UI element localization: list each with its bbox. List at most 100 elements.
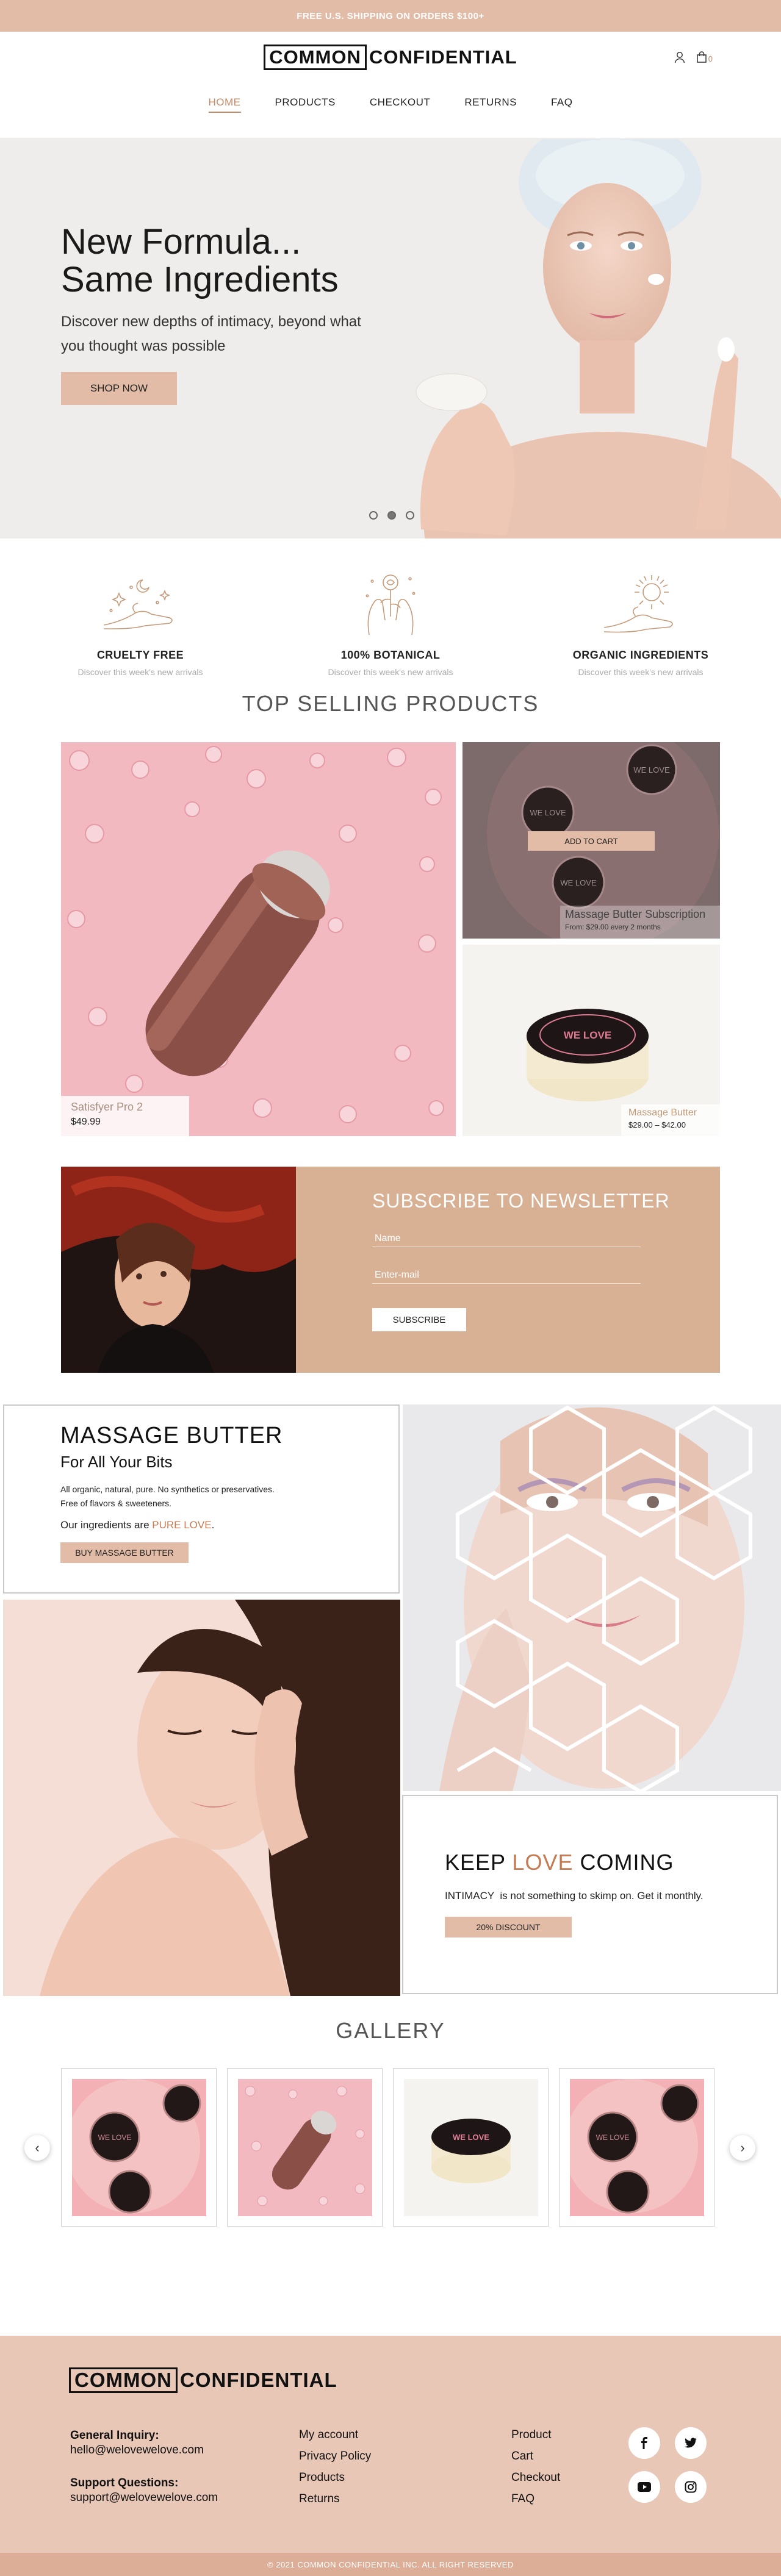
gallery-item[interactable]: WE LOVE bbox=[559, 2068, 714, 2227]
slide-dot-3[interactable] bbox=[406, 511, 414, 520]
feature-highlights: CRUELTY FREE Discover this week's new ar… bbox=[0, 538, 781, 691]
product-card-massage-butter[interactable]: WE LOVE Massage Butter $29.00 – $42.00 bbox=[462, 945, 720, 1136]
account-icon[interactable] bbox=[674, 51, 685, 66]
hexagon-face-image bbox=[403, 1404, 781, 1791]
ingredients-prefix: Our ingredients are bbox=[60, 1519, 149, 1531]
footer-link-cart[interactable]: Cart bbox=[511, 2445, 560, 2467]
gallery-item[interactable]: WE LOVE bbox=[61, 2068, 217, 2227]
bag-icon bbox=[696, 51, 707, 66]
feature-subtitle: Discover this week's new arrivals bbox=[328, 667, 453, 677]
model-portrait-image bbox=[3, 1600, 400, 1996]
gallery-title: GALLERY bbox=[336, 2018, 445, 2043]
subscribe-button[interactable]: SUBSCRIBE bbox=[372, 1308, 466, 1331]
gallery-image bbox=[238, 2079, 372, 2216]
shipping-announcement-bar: FREE U.S. SHIPPING ON ORDERS $100+ bbox=[0, 0, 781, 32]
gallery-image: WE LOVE bbox=[66, 2079, 206, 2216]
support-label: Support Questions: bbox=[70, 2477, 179, 2489]
jar-label-text: WE LOVE bbox=[98, 2133, 132, 2142]
gallery-item[interactable] bbox=[227, 2068, 383, 2227]
feature-organic: ORGANIC INGREDIENTS Discover this week's… bbox=[561, 569, 720, 691]
footer-link-returns[interactable]: Returns bbox=[299, 2488, 371, 2510]
feature-title: ORGANIC INGREDIENTS bbox=[572, 649, 709, 661]
product-name: Massage Butter bbox=[628, 1107, 697, 1118]
instagram-icon[interactable] bbox=[675, 2471, 707, 2503]
slide-dot-2[interactable] bbox=[387, 511, 396, 520]
gallery-item[interactable]: WE LOVE bbox=[393, 2068, 549, 2227]
site-logo[interactable]: COMMON CONFIDENTIAL bbox=[264, 45, 517, 70]
jar-label-text: WE LOVE bbox=[596, 2133, 630, 2142]
product-price: $49.99 bbox=[71, 1117, 101, 1127]
top-selling-products: Satisfyer Pro 2 $49.99 WE LOVE WE LOVE W… bbox=[61, 742, 720, 1136]
nav-home[interactable]: HOME bbox=[208, 96, 241, 113]
title-suffix: COMING bbox=[580, 1850, 674, 1875]
footer-link-product[interactable]: Product bbox=[511, 2424, 560, 2445]
slider-dots bbox=[369, 511, 414, 520]
jar-label-text: WE LOVE bbox=[633, 765, 670, 775]
massage-butter-promo: MASSAGE BUTTER For All Your Bits All org… bbox=[3, 1404, 400, 1594]
hero-title-line2: Same Ingredients bbox=[61, 260, 339, 299]
jar-label-text: WE LOVE bbox=[530, 808, 566, 817]
twitter-icon[interactable] bbox=[675, 2427, 707, 2459]
hero-model-image bbox=[416, 139, 781, 538]
product-price: From: $29.00 every 2 months bbox=[565, 923, 661, 931]
cart-button[interactable]: 0 bbox=[696, 51, 713, 66]
slide-dot-1[interactable] bbox=[369, 511, 378, 520]
love-accent: LOVE bbox=[512, 1850, 574, 1875]
youtube-icon[interactable] bbox=[628, 2471, 660, 2503]
cart-count: 0 bbox=[708, 54, 713, 63]
pure-love-accent: PURE LOVE bbox=[152, 1519, 212, 1531]
support-email-link[interactable]: support@welovewelove.com bbox=[70, 2491, 218, 2505]
logo-boxed-text: COMMON bbox=[69, 2367, 178, 2393]
logo-rest-text: CONFIDENTIAL bbox=[369, 46, 517, 68]
nav-returns[interactable]: RETURNS bbox=[464, 96, 517, 112]
massage-butter-subtitle: For All Your Bits bbox=[60, 1453, 173, 1471]
title-prefix: KEEP bbox=[445, 1850, 506, 1875]
add-to-cart-button[interactable]: ADD TO CART bbox=[528, 831, 655, 851]
gallery-image: WE LOVE bbox=[404, 2079, 538, 2216]
product-card-butter-subscription[interactable]: WE LOVE WE LOVE WE LOVE ADD TO CART Mass… bbox=[462, 742, 720, 939]
discount-button[interactable]: 20% DISCOUNT bbox=[445, 1917, 572, 1937]
copyright-text: © 2021 COMMON CONFIDENTIAL INC. ALL RIGH… bbox=[0, 2553, 781, 2576]
newsletter-model-image bbox=[61, 1167, 296, 1373]
promo-mosaic: MASSAGE BUTTER For All Your Bits All org… bbox=[0, 1404, 781, 1996]
nav-products[interactable]: PRODUCTS bbox=[275, 96, 336, 112]
site-header: COMMON CONFIDENTIAL 0 bbox=[0, 32, 781, 83]
footer-link-checkout[interactable]: Checkout bbox=[511, 2467, 560, 2488]
footer-link-my-account[interactable]: My account bbox=[299, 2424, 371, 2445]
hero-subtitle: Discover new depths of intimacy, beyond … bbox=[61, 313, 361, 354]
hand-moon-stars-icon bbox=[103, 579, 173, 629]
nav-checkout[interactable]: CHECKOUT bbox=[370, 96, 430, 112]
general-email-link[interactable]: hello@welovewelove.com bbox=[70, 2443, 218, 2458]
product-name: Satisfyer Pro 2 bbox=[71, 1101, 143, 1113]
facebook-icon[interactable] bbox=[628, 2427, 660, 2459]
footer-link-faq[interactable]: FAQ bbox=[511, 2488, 560, 2510]
newsletter-title: SUBSCRIBE TO NEWSLETTER bbox=[372, 1190, 670, 1212]
feature-cruelty-free: CRUELTY FREE Discover this week's new ar… bbox=[61, 569, 220, 691]
hand-sun-icon bbox=[603, 575, 673, 633]
keep-love-text: INTIMACY is not something to skimp on. G… bbox=[445, 1890, 704, 1902]
product-card-satisfyer[interactable]: Satisfyer Pro 2 $49.99 bbox=[61, 742, 456, 1136]
feature-subtitle: Discover this week's new arrivals bbox=[77, 667, 203, 677]
footer-link-privacy-policy[interactable]: Privacy Policy bbox=[299, 2445, 371, 2467]
gallery-prev-button[interactable]: ‹ bbox=[24, 2135, 50, 2161]
general-inquiry-label: General Inquiry: bbox=[70, 2429, 159, 2442]
footer-logo[interactable]: COMMON CONFIDENTIAL bbox=[69, 2367, 337, 2393]
newsletter-email-input[interactable] bbox=[372, 1267, 641, 1284]
feature-subtitle: Discover this week's new arrivals bbox=[578, 667, 704, 677]
gallery-carousel: ‹ WE LOVE WE LOVE WE LOVE › bbox=[0, 2068, 781, 2251]
gallery-next-button[interactable]: › bbox=[730, 2135, 755, 2161]
shop-now-button[interactable]: SHOP NOW bbox=[61, 372, 177, 405]
newsletter-section: SUBSCRIBE TO NEWSLETTER SUBSCRIBE bbox=[61, 1167, 720, 1373]
footer-account-links: My account Privacy Policy Products Retur… bbox=[299, 2424, 371, 2510]
nav-faq[interactable]: FAQ bbox=[551, 96, 573, 112]
buy-massage-butter-button[interactable]: BUY MASSAGE BUTTER bbox=[60, 1542, 189, 1563]
footer-link-products[interactable]: Products bbox=[299, 2467, 371, 2488]
announcement-text: FREE U.S. SHIPPING ON ORDERS $100+ bbox=[297, 10, 484, 21]
newsletter-name-input[interactable] bbox=[372, 1231, 641, 1247]
jar-label-text: WE LOVE bbox=[564, 1029, 611, 1041]
feature-title: 100% BOTANICAL bbox=[340, 649, 441, 661]
jar-label-text: WE LOVE bbox=[453, 2133, 489, 2142]
main-nav: HOME PRODUCTS CHECKOUT RETURNS FAQ bbox=[0, 83, 781, 139]
keep-love-coming-promo: KEEP LOVE COMING INTIMACY is not somethi… bbox=[402, 1795, 778, 1994]
description-line: Free of flavors & sweeteners. bbox=[60, 1498, 172, 1508]
